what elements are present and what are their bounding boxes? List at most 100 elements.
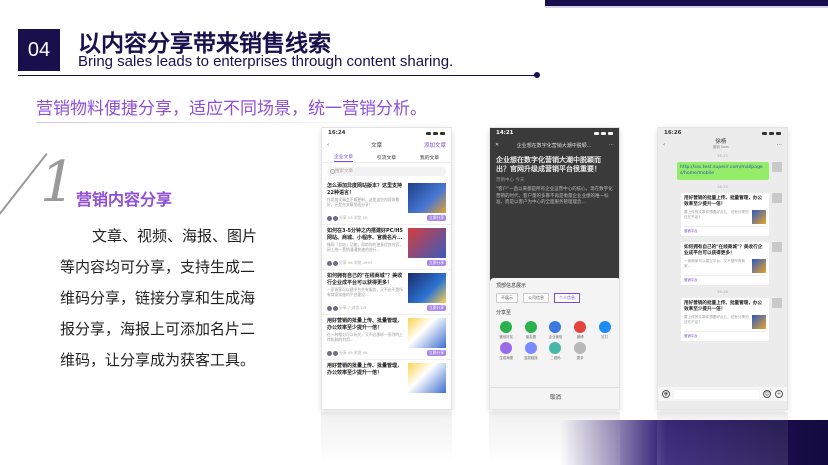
close-icon[interactable]: ✕ — [495, 142, 499, 148]
article-stats: 分享 18 浏览 18 — [339, 215, 368, 220]
article-title: 用好营销的批量上传、批量管理，办公效率至少提升一倍！ — [327, 318, 403, 331]
voice-icon[interactable]: ◉ — [662, 390, 670, 398]
nav-bar: ‹ 文章 添加文章 — [322, 138, 451, 152]
card-desc: 要上传的文章你想要好点儿，还有分享的还在不足？ — [684, 315, 749, 324]
article-title: 如何拥有自己的"在线商城"？美收行企业成平台可以获得更多！ — [327, 273, 403, 286]
share-now-button[interactable]: 立即分享 — [426, 215, 446, 221]
share-target[interactable]: 复制链接 — [519, 342, 544, 360]
share-target-icon — [574, 342, 587, 354]
share-target[interactable]: 生成海报 — [494, 342, 519, 360]
back-icon[interactable]: ‹ — [327, 142, 329, 148]
option-hide[interactable]: 不展示 — [496, 293, 518, 303]
share-target[interactable]: 微博 — [568, 321, 593, 339]
tab-company-articles[interactable]: 企业文章 — [333, 153, 354, 162]
share-target-icon — [549, 342, 562, 354]
share-target-label: 钉钉 — [601, 335, 609, 339]
article-title: 企业想在数字化营销大潮中脱颖而出？官网升级成营销平台很重要！ — [496, 156, 601, 173]
cancel-button[interactable]: 取消 — [490, 387, 619, 401]
avatar — [333, 350, 338, 356]
more-icon[interactable]: ⋯ — [776, 142, 782, 148]
article-body: "客户"一直以来都是所有企业运营中心的核心，现在数字化营销的时代，客户量的多寡不… — [496, 187, 613, 205]
share-now-button[interactable]: 立即分享 — [426, 305, 446, 311]
status-time: 16:26 — [664, 130, 682, 136]
share-target-icon — [598, 321, 611, 333]
share-target[interactable]: 企业微信 — [543, 321, 568, 339]
card-title: 用好营销的批量上传、批量管理，办公效率至少提升一倍！ — [684, 196, 763, 207]
link-message[interactable]: http://sss.test.supeirr.com/mallpages/ho… — [677, 162, 769, 180]
plus-icon[interactable]: + — [775, 390, 783, 398]
share-target[interactable]: 朋友圈 — [519, 321, 544, 339]
list-item[interactable]: 如何拥有自己的"在线商城"？美收行企业成平台可以获得更多！ 一家两家可以建平台共… — [322, 270, 451, 305]
more-icon[interactable]: ⋯ — [609, 142, 614, 148]
article-meta: 分享 7 浏览 2/5 立即分享 — [322, 305, 451, 315]
status-icons — [426, 131, 445, 135]
card-thumbnail — [752, 259, 766, 273]
page-subtitle: Bring sales leads to enterprises through… — [78, 53, 454, 70]
share-target-label: 企业微信 — [548, 335, 563, 339]
option-personal-info[interactable]: 个人信息 — [554, 293, 580, 303]
share-target-label: 复制链接 — [524, 356, 538, 360]
avatar — [327, 305, 332, 311]
share-title: 分享至 — [496, 310, 512, 316]
share-target-grid: 微信好友 朋友圈 企业微信 微博 钉钉生成海报 复制链接 二维码 更多 — [490, 318, 619, 363]
status-icons — [762, 131, 781, 135]
status-time: 16:24 — [328, 130, 346, 136]
share-sheet: 顶部信息展示 不展示 公司信息 个人信息 分享至 微信好友 朋友圈 企业微信 微博 钉钉… — [490, 278, 619, 409]
chat-message[interactable]: 用好营销的批量上传、批量管理，办公效率至少提升一倍！ 要上传的文章你想要好点儿，… — [658, 190, 787, 239]
share-target[interactable]: 更多 — [568, 342, 593, 360]
list-item[interactable]: 如何在3-5分钟之内搭建好PC/H5网站、商城、小程序、官微名片... 微网「总… — [322, 225, 451, 260]
tagline: 营销物料便捷分享，适应不同场景，统一营销分析。 — [36, 99, 427, 119]
avatar — [772, 162, 782, 172]
article-card[interactable]: 如何拥有自己的"在线商城"？美收行企业成平台可以获得更多！ 一家两家可以建立平台… — [681, 242, 769, 285]
phone-chat: 16:26 ‹ 徐杨 营销 Saas ⋯ 16:25 http://sss.te… — [657, 127, 788, 410]
article-meta: 分享 46 浏览 4997 立即分享 — [322, 260, 451, 270]
share-target-icon — [500, 342, 513, 354]
share-target[interactable]: 微信好友 — [494, 321, 519, 339]
contact-name: 徐杨 营销 Saas — [713, 139, 729, 150]
share-target-label: 微信好友 — [499, 335, 514, 339]
section-number-badge: 04 — [18, 29, 60, 71]
article-tabs: 企业文章 引流文章 我的文章 — [322, 152, 451, 163]
article-card[interactable]: 用好营销的批量上传、批量管理，办公效率至少提升一倍！ 要上传的文章你想要好点儿，… — [681, 298, 769, 341]
card-desc: 一家两家可以建立平台，又不是所有商家... — [684, 259, 746, 268]
article-desc: 作用的文章会不断更新，这里这些内容你最好，还是在文章里面分享！ — [327, 197, 400, 207]
article-thumbnail — [408, 318, 446, 348]
chat-message[interactable]: 如何拥有自己的"在线商城"？美收行企业成平台可以获得更多！ 一家两家可以建立平台… — [658, 239, 787, 288]
phone-article-list: 16:24 ‹ 文章 添加文章 企业文章 引流文章 我的文章 搜索文章 怎么添加… — [321, 127, 452, 410]
nav-title: 企业想在数字化营销大潮中脱颖... — [516, 142, 592, 149]
share-now-button[interactable]: 立即分享 — [426, 260, 446, 266]
share-now-button[interactable]: 立即分享 — [426, 350, 446, 356]
list-item[interactable]: 怎么添加异度网站版本？这里支持22种语言！ 作用的文章会不断更新，这里这些内容你… — [322, 180, 451, 215]
sheet-title: 顶部信息展示 — [496, 283, 527, 289]
add-article-button[interactable]: 添加文章 — [424, 141, 446, 149]
article-meta: 营销中心 今天 — [496, 178, 525, 183]
article-thumbnail — [408, 228, 446, 258]
feature-title: 营销内容分享 — [76, 190, 173, 209]
chat-input[interactable] — [674, 389, 759, 399]
chat-message[interactable]: http://sss.test.supeirr.com/mallpages/ho… — [658, 159, 787, 183]
tab-traffic-articles[interactable]: 引流文章 — [377, 154, 396, 161]
nav-bar: ‹ 徐杨 营销 Saas ⋯ — [658, 138, 787, 152]
share-target[interactable]: 钉钉 — [592, 321, 617, 339]
article-stats: 分享 7 浏览 2/5 — [339, 305, 367, 310]
list-item[interactable]: 用好营销的批量上传、批量管理，办公效率至少提升一倍！ 在一种相对可以有关，又不必… — [322, 315, 451, 350]
card-source: 营销平台 — [684, 226, 766, 233]
search-input[interactable]: 搜索文章 — [327, 167, 446, 176]
share-target-icon — [574, 321, 587, 333]
status-bar: 14:21 — [490, 128, 619, 138]
avatar — [772, 193, 782, 203]
back-icon[interactable]: ‹ — [663, 142, 665, 148]
emoji-icon[interactable]: ☺ — [763, 390, 771, 398]
chat-message[interactable]: 用好营销的批量上传、批量管理，办公效率至少提升一倍！ 要上传的文章你想要好点儿，… — [658, 295, 787, 344]
feature-body: 文章、视频、海报、图片等内容均可分享，支持生成二维码分享，链接分享和生成海报分享… — [60, 227, 258, 369]
status-time: 14:21 — [496, 130, 514, 136]
option-company-info[interactable]: 公司信息 — [523, 293, 549, 303]
list-item[interactable]: 用好营销的批量上传、批量管理，办公效率至少提升一倍！ — [322, 360, 451, 395]
tab-my-articles[interactable]: 我的文章 — [420, 154, 439, 161]
share-target[interactable]: 二维码 — [543, 342, 568, 360]
card-source: 营销平台 — [684, 331, 766, 338]
article-card[interactable]: 用好营销的批量上传、批量管理，办公效率至少提升一倍！ 要上传的文章你想要好点儿，… — [681, 193, 769, 236]
article-thumbnail — [408, 363, 446, 393]
article-title: 用好营销的批量上传、批量管理，办公效率至少提升一倍！ — [327, 363, 403, 376]
article-title: 怎么添加异度网站版本？这里支持22种语言！ — [327, 183, 403, 196]
